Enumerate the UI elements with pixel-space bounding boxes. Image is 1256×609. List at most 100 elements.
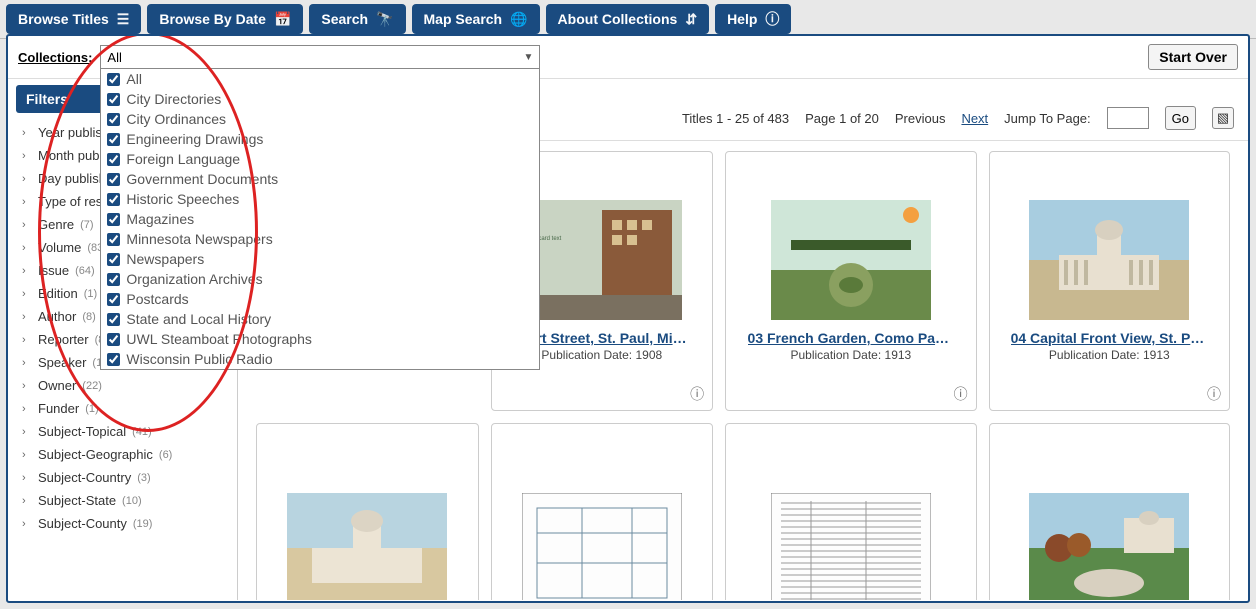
collections-option-label: City Directories xyxy=(126,91,221,107)
previous-link[interactable]: Previous xyxy=(895,111,946,126)
card-subtitle: Publication Date: 1908 xyxy=(541,348,662,362)
result-card[interactable]: ⓘ xyxy=(989,423,1230,600)
filter-label: Subject-Topical xyxy=(38,424,126,439)
chevron-right-icon: › xyxy=(22,334,32,346)
next-link[interactable]: Next xyxy=(961,111,988,126)
collections-option-checkbox[interactable] xyxy=(107,213,120,226)
result-card[interactable]: ⓘ xyxy=(256,423,479,600)
collections-option[interactable]: State and Local History xyxy=(101,309,539,329)
chevron-right-icon: › xyxy=(22,357,32,369)
filter-item[interactable]: ›Subject-Country (3) xyxy=(8,466,237,489)
collections-option-label: Newspapers xyxy=(126,251,204,267)
card-thumbnail[interactable] xyxy=(771,200,931,320)
filter-item[interactable]: ›Subject-Geographic (6) xyxy=(8,443,237,466)
collections-option-checkbox[interactable] xyxy=(107,93,120,106)
collections-option-checkbox[interactable] xyxy=(107,273,120,286)
filter-item[interactable]: ›Funder (1) xyxy=(8,397,237,420)
card-thumbnail[interactable] xyxy=(771,493,931,600)
filter-item[interactable]: ›Subject-State (10) xyxy=(8,489,237,512)
help-button[interactable]: Helpⓘ xyxy=(715,4,791,34)
collections-option-checkbox[interactable] xyxy=(107,313,120,326)
collections-select[interactable]: All ▼ AllCity DirectoriesCity Ordinances… xyxy=(100,45,540,69)
chevron-right-icon: › xyxy=(22,518,32,530)
chevron-right-icon: › xyxy=(22,472,32,484)
card-thumbnail[interactable] xyxy=(1029,493,1189,600)
collections-option-label: Postcards xyxy=(126,291,188,307)
card-title[interactable]: 03 French Garden, Como Park, S... xyxy=(748,330,955,346)
card-title[interactable]: 04 Capital Front View, St. Paul, ... xyxy=(1011,330,1208,346)
chevron-right-icon: › xyxy=(22,495,32,507)
card-subtitle: Publication Date: 1913 xyxy=(1049,348,1170,362)
result-card[interactable]: 04 Capital Front View, St. Paul, ... Publ… xyxy=(989,151,1230,411)
collections-option[interactable]: Minnesota Newspapers xyxy=(101,229,539,249)
browse-titles-button[interactable]: Browse Titles☰ xyxy=(6,4,141,34)
collections-option[interactable]: Magazines xyxy=(101,209,539,229)
filter-item[interactable]: ›Subject-Topical (41) xyxy=(8,420,237,443)
collections-option[interactable]: Newspapers xyxy=(101,249,539,269)
collections-option-checkbox[interactable] xyxy=(107,113,120,126)
collections-option-checkbox[interactable] xyxy=(107,153,120,166)
collections-option-checkbox[interactable] xyxy=(107,293,120,306)
card-thumbnail[interactable] xyxy=(287,493,447,600)
filter-item[interactable]: ›Subject-County (19) xyxy=(8,512,237,535)
search-button[interactable]: Search🔭 xyxy=(309,4,405,34)
info-icon[interactable]: ⓘ xyxy=(1207,384,1221,404)
card-thumbnail[interactable] xyxy=(522,493,682,600)
collections-label: Collections: xyxy=(18,50,92,65)
chevron-right-icon: › xyxy=(22,242,32,254)
collections-option-checkbox[interactable] xyxy=(107,333,120,346)
info-icon[interactable]: ⓘ xyxy=(954,384,968,404)
start-over-button[interactable]: Start Over xyxy=(1148,44,1238,70)
collections-option[interactable]: City Directories xyxy=(101,89,539,109)
collections-option-label: Magazines xyxy=(126,211,194,227)
info-icon[interactable]: ⓘ xyxy=(690,384,704,404)
calendar-icon: 📅 xyxy=(274,11,291,28)
collections-option-checkbox[interactable] xyxy=(107,133,120,146)
filter-label: Edition xyxy=(38,286,78,301)
browse-by-date-button[interactable]: Browse By Date📅 xyxy=(147,4,303,34)
collections-option[interactable]: Postcards xyxy=(101,289,539,309)
chevron-right-icon: › xyxy=(22,449,32,461)
card-thumbnail[interactable] xyxy=(1029,200,1189,320)
filter-count: (22) xyxy=(82,380,102,392)
filter-count: (10) xyxy=(122,495,142,507)
collections-option-label: Organization Archives xyxy=(126,271,262,287)
result-card[interactable]: ⓘ xyxy=(491,423,714,600)
chevron-right-icon: › xyxy=(22,265,32,277)
collections-option-label: All xyxy=(126,71,142,87)
collections-option[interactable]: Foreign Language xyxy=(101,149,539,169)
layout-toggle-icon[interactable]: ▧ xyxy=(1212,107,1234,129)
about-collections-button[interactable]: About Collections⇵ xyxy=(546,4,710,34)
card-thumbnail[interactable]: postcard text xyxy=(522,200,682,320)
collections-option-label: Minnesota Newspapers xyxy=(126,231,272,247)
jump-to-page-input[interactable] xyxy=(1107,107,1149,129)
filter-item[interactable]: ›Owner (22) xyxy=(8,374,237,397)
collections-option[interactable]: Wisconsin Public Radio xyxy=(101,349,539,369)
filter-count: (7) xyxy=(80,219,93,231)
map-search-button[interactable]: Map Search🌐 xyxy=(412,4,540,34)
collections-option-checkbox[interactable] xyxy=(107,353,120,366)
filter-label: Reporter xyxy=(38,332,89,347)
collections-option[interactable]: City Ordinances xyxy=(101,109,539,129)
collections-option-checkbox[interactable] xyxy=(107,233,120,246)
chevron-right-icon: › xyxy=(22,196,32,208)
result-card[interactable]: 03 French Garden, Como Park, S...Publica… xyxy=(725,151,977,411)
collections-option-checkbox[interactable] xyxy=(107,173,120,186)
collections-option[interactable]: All xyxy=(101,69,539,89)
collections-option[interactable]: Government Documents xyxy=(101,169,539,189)
filter-count: (8) xyxy=(82,311,95,323)
collections-select-display[interactable]: All ▼ xyxy=(100,45,540,69)
filter-label: Speaker xyxy=(38,355,86,370)
chevron-down-icon: ▼ xyxy=(524,52,534,63)
collections-option[interactable]: UWL Steamboat Photographs xyxy=(101,329,539,349)
collections-option-checkbox[interactable] xyxy=(107,253,120,266)
collections-option[interactable]: Historic Speeches xyxy=(101,189,539,209)
chevron-right-icon: › xyxy=(22,311,32,323)
collections-option-checkbox[interactable] xyxy=(107,73,120,86)
collections-dropdown[interactable]: All City Directories City OrdinancesEngine… xyxy=(100,68,540,370)
collections-option[interactable]: Organization Archives xyxy=(101,269,539,289)
collections-option[interactable]: Engineering Drawings xyxy=(101,129,539,149)
collections-option-checkbox[interactable] xyxy=(107,193,120,206)
result-card[interactable]: ⓘ xyxy=(725,423,977,600)
go-button[interactable]: Go xyxy=(1165,106,1196,130)
